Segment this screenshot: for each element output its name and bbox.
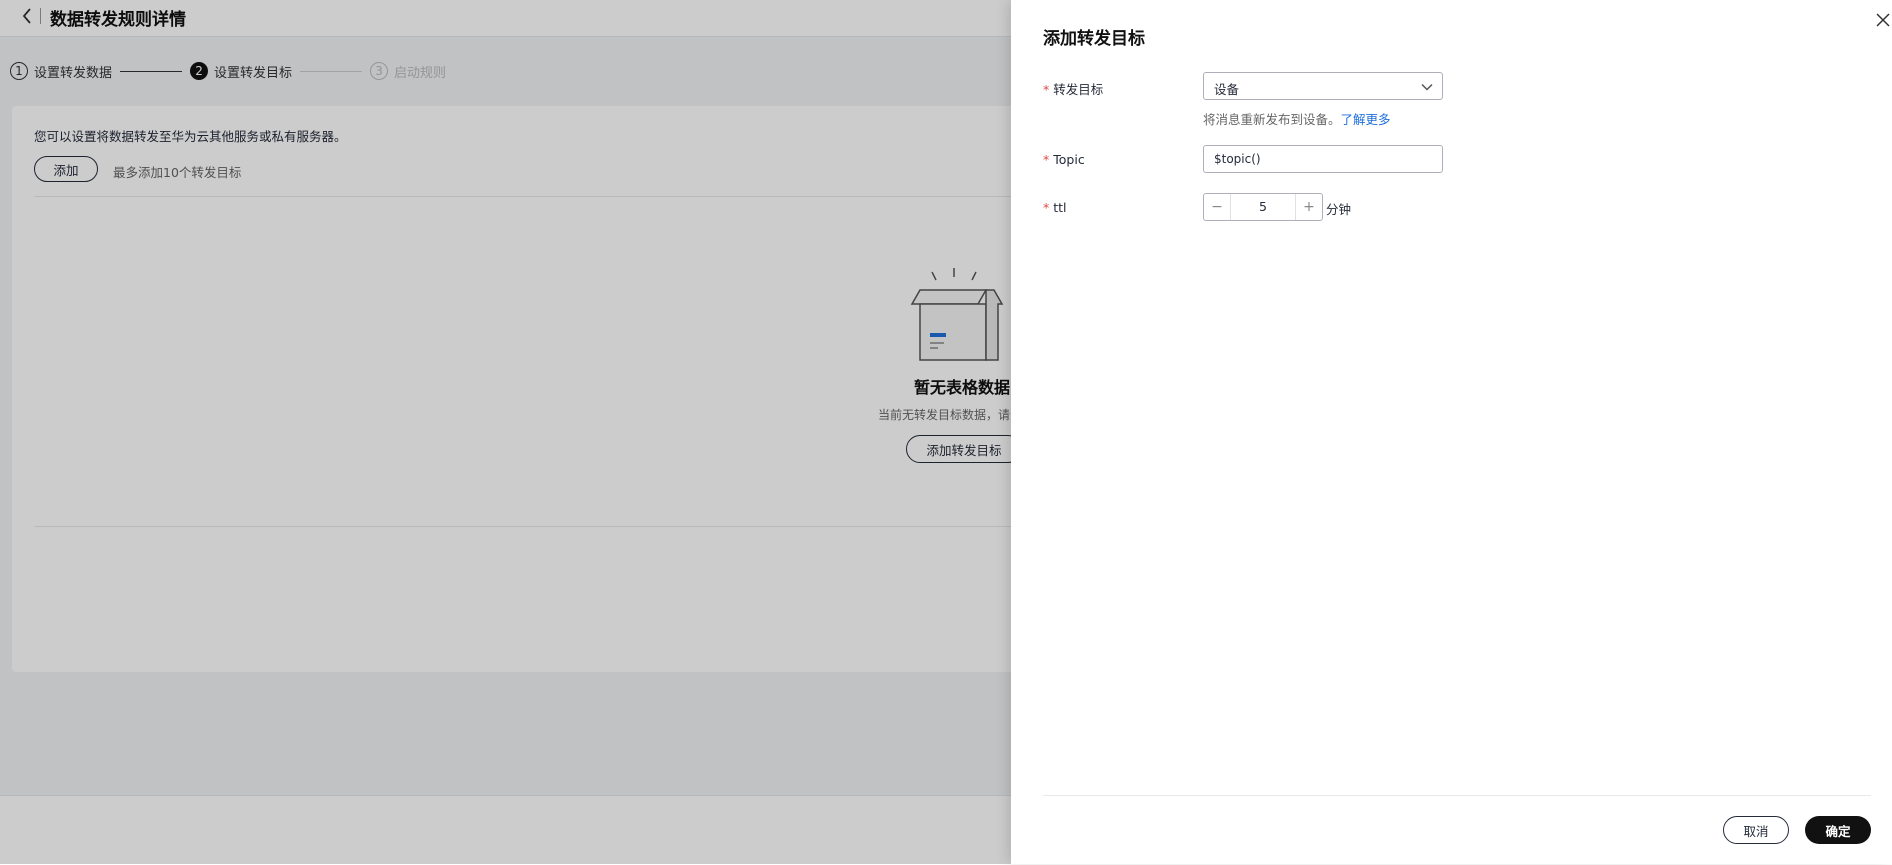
drawer-overlay-mask[interactable] xyxy=(0,0,1011,864)
target-label-text: 转发目标 xyxy=(1053,82,1104,97)
close-icon xyxy=(1876,13,1890,27)
ttl-label-text: ttl xyxy=(1053,200,1067,215)
ttl-value[interactable]: 5 xyxy=(1231,194,1295,220)
required-mark: * xyxy=(1043,152,1050,167)
ttl-unit: 分钟 xyxy=(1326,202,1352,217)
target-select-value: 设备 xyxy=(1214,82,1240,97)
learn-more-link[interactable]: 了解更多 xyxy=(1341,112,1391,127)
close-button[interactable] xyxy=(1873,10,1892,30)
target-hint: 将消息重新发布到设备。了解更多 xyxy=(1203,109,1391,128)
drawer-footer-divider xyxy=(1043,795,1871,796)
confirm-button[interactable]: 确定 xyxy=(1805,816,1871,844)
drawer-title: 添加转发目标 xyxy=(1043,29,1145,49)
add-target-drawer: 添加转发目标 * 转发目标 设备 将消息重新发布到设备。了解更多 * Topic $… xyxy=(1011,0,1892,864)
ttl-stepper: − 5 + xyxy=(1203,193,1323,221)
required-mark: * xyxy=(1043,82,1050,97)
target-select[interactable]: 设备 xyxy=(1203,72,1443,100)
cancel-button[interactable]: 取消 xyxy=(1723,816,1789,844)
required-mark: * xyxy=(1043,200,1050,215)
plus-icon[interactable]: + xyxy=(1295,194,1322,220)
ttl-label: * ttl xyxy=(1043,200,1067,215)
topic-label-text: Topic xyxy=(1053,152,1085,167)
topic-input[interactable]: $topic() xyxy=(1203,145,1443,173)
target-label: * 转发目标 xyxy=(1043,79,1103,98)
topic-label: * Topic xyxy=(1043,152,1085,167)
chevron-down-icon xyxy=(1421,83,1433,91)
target-hint-text: 将消息重新发布到设备。 xyxy=(1203,112,1341,127)
minus-icon[interactable]: − xyxy=(1204,194,1231,220)
